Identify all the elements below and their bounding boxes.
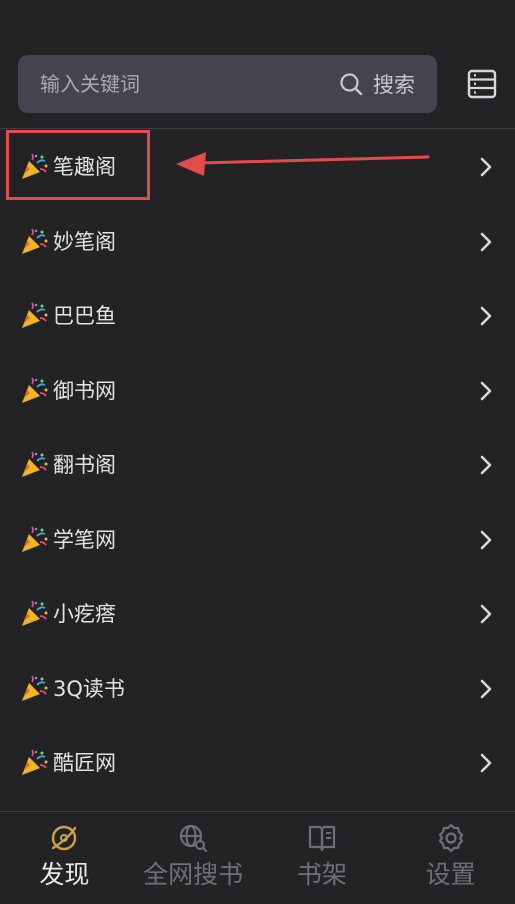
list-item[interactable]: 翻书阁 — [0, 428, 515, 502]
party-popper-icon — [22, 153, 48, 179]
chevron-right-icon — [480, 232, 492, 252]
chevron-right-icon — [480, 455, 492, 475]
chevron-right-icon — [480, 679, 492, 699]
list-item-label: 巴巴鱼 — [53, 304, 116, 328]
party-popper-icon — [22, 675, 48, 701]
nav-label: 发现 — [39, 860, 90, 889]
list-item-label: 小疙瘩 — [53, 602, 116, 626]
party-popper-icon — [22, 526, 48, 552]
search-button-label: 搜索 — [373, 73, 415, 97]
discover-icon — [52, 825, 77, 851]
chevron-right-icon — [480, 306, 492, 326]
list-item-label: 翻书阁 — [53, 453, 116, 477]
party-popper-icon — [22, 302, 48, 328]
list-item-label: 笔趣阁 — [53, 155, 116, 179]
list-item[interactable]: 学笔网 — [0, 503, 515, 577]
chevron-right-icon — [480, 753, 492, 773]
list-item[interactable]: 3Q读书 — [0, 652, 515, 726]
nav-label: 设置 — [425, 860, 476, 889]
party-popper-icon — [22, 228, 48, 254]
chevron-right-icon — [480, 157, 492, 177]
search-icon — [340, 73, 363, 96]
list-item-label: 学笔网 — [53, 528, 116, 552]
book-icon — [308, 825, 335, 852]
list-item[interactable]: 巴巴鱼 — [0, 279, 515, 353]
list-item-label: 妙笔阁 — [53, 230, 116, 254]
nav-label: 书架 — [296, 860, 347, 889]
chevron-right-icon — [480, 604, 492, 624]
list-item[interactable]: 小疙瘩 — [0, 577, 515, 651]
top-divider — [0, 128, 515, 129]
party-popper-icon — [22, 451, 48, 477]
list-item[interactable]: 妙笔阁 — [0, 205, 515, 279]
list-item-label: 酷匠网 — [53, 751, 116, 775]
nav-discover[interactable]: 发现 — [0, 812, 129, 904]
app-screen: 搜索 笔趣阁 — [0, 0, 515, 904]
party-popper-icon — [22, 600, 48, 626]
search-bar: 搜索 — [18, 55, 437, 113]
search-input[interactable] — [40, 55, 310, 113]
search-button[interactable]: 搜索 — [339, 55, 415, 113]
chevron-right-icon — [480, 381, 492, 401]
nav-settings[interactable]: 设置 — [386, 812, 515, 904]
nav-label: 全网搜书 — [143, 860, 244, 889]
party-popper-icon — [22, 749, 48, 775]
list-item[interactable]: 御书网 — [0, 354, 515, 428]
bottom-nav: 发现 全网搜书 书架 设置 — [0, 812, 515, 904]
party-popper-icon — [22, 377, 48, 403]
chevron-right-icon — [480, 530, 492, 550]
globe-search-icon — [180, 824, 208, 853]
list-menu-icon[interactable] — [466, 68, 498, 100]
list-item-label: 御书网 — [53, 379, 116, 403]
list-item-label: 3Q读书 — [53, 677, 125, 701]
nav-global-search[interactable]: 全网搜书 — [129, 812, 258, 904]
list-item[interactable]: 笔趣阁 — [0, 130, 515, 204]
gear-icon — [438, 823, 463, 853]
nav-bookshelf[interactable]: 书架 — [258, 812, 387, 904]
list-item[interactable]: 酷匠网 — [0, 726, 515, 800]
